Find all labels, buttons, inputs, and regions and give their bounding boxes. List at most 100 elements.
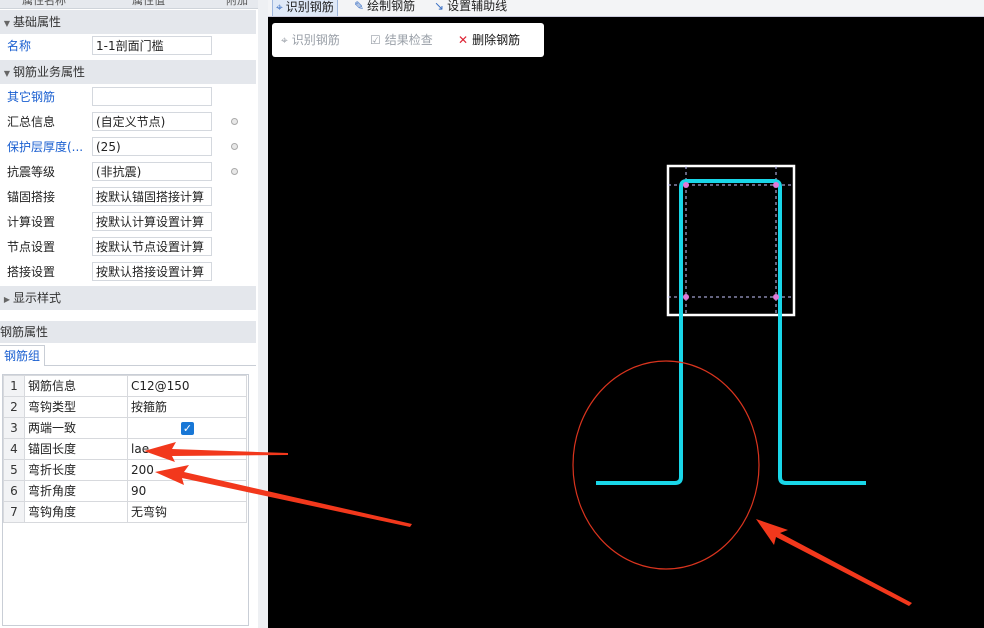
prop-value-input[interactable]: (25) (92, 137, 212, 156)
row-index: 4 (3, 438, 25, 460)
rebar-tabs: 钢筋组 (0, 343, 256, 366)
cad-canvas[interactable] (268, 17, 984, 628)
cell-value[interactable]: 90 (127, 480, 247, 502)
check-list-icon: ☑ (370, 33, 381, 47)
delete-rebar-label: 删除钢筋 (472, 33, 521, 47)
cad-floating-toolbar: ⌖ 识别钢筋 ☑ 结果检查 ✕ 删除钢筋 (272, 23, 544, 57)
prop-label: 抗震等级 (7, 165, 56, 179)
draw-rebar-tab[interactable]: ✎ 绘制钢筋 (354, 0, 416, 16)
row-index: 7 (3, 501, 25, 523)
group-rebar-business[interactable]: ▼ 钢筋业务属性 (0, 60, 256, 84)
prop-row-calc: 计算设置 按默认计算设置计算 (0, 210, 256, 235)
identify-rebar-icon: ⌖ (276, 0, 283, 14)
cell-value[interactable]: lae (127, 438, 247, 460)
group-basic[interactable]: ▼ 基础属性 (0, 10, 256, 34)
pencil-icon: ✎ (354, 0, 365, 13)
prop-row-anchor: 锚固搭接 按默认锚固搭接计算 (0, 185, 256, 210)
prop-value-input[interactable]: 1-1剖面门槛 (92, 36, 212, 55)
check-result-label: 结果检查 (384, 33, 433, 47)
prop-row-cover: 保护层厚度(... (25) (0, 135, 256, 160)
identify-rebar-button-label: 识别钢筋 (291, 33, 340, 47)
cell-key: 弯折角度 (24, 480, 128, 502)
cell-key: 弯钩角度 (24, 501, 128, 523)
prop-row-lap: 搭接设置 按默认搭接设置计算 (0, 260, 256, 285)
tab-rebar-group[interactable]: 钢筋组 (0, 345, 46, 366)
main-toolbar: ⌖ 识别钢筋 ✎ 绘制钢筋 ↘ 设置辅助线 (268, 0, 984, 17)
collapse-icon: ▼ (3, 19, 11, 28)
cell-value[interactable]: 200 (127, 459, 247, 481)
identify-rebar-tab[interactable]: ⌖ 识别钢筋 (272, 0, 338, 16)
property-header: 属性名称 属性值 附加 (0, 0, 258, 9)
prop-value-input[interactable] (92, 87, 212, 106)
prop-value-input[interactable]: 按默认搭接设置计算 (92, 262, 212, 281)
table-row: 3 两端一致 ✓ (3, 417, 247, 439)
prop-value-input[interactable]: (自定义节点) (92, 112, 212, 131)
cell-key: 弯折长度 (24, 459, 128, 481)
table-row: 1 钢筋信息 C12@150 (3, 375, 247, 397)
prop-label: 汇总信息 (7, 115, 56, 129)
radio-icon[interactable] (231, 118, 238, 125)
radio-icon[interactable] (231, 168, 238, 175)
prop-value-input[interactable]: (非抗震) (92, 162, 212, 181)
rebar-table: 1 钢筋信息 C12@150 2 弯钩类型 按箍筋 3 两端一致 ✓ 4 锚固长度 lae 5弯… (3, 375, 247, 523)
table-row: 7 弯钩角度 无弯钩 (3, 501, 247, 523)
collapse-icon: ▼ (3, 69, 11, 78)
row-index: 2 (3, 396, 25, 418)
expand-icon: ▶ (3, 295, 11, 304)
table-row: 5 弯折长度 200 (3, 459, 247, 481)
property-panel: 属性名称 属性值 附加 ▼ 基础属性 名称 1-1剖面门槛 ▼ 钢筋业务属性 其它钢… (0, 0, 259, 628)
row-index: 3 (3, 417, 25, 439)
checkbox-checked-icon[interactable]: ✓ (181, 422, 194, 435)
delete-rebar-button[interactable]: ✕ 删除钢筋 (458, 31, 520, 49)
table-row: 6 弯折角度 90 (3, 480, 247, 502)
cell-key: 两端一致 (24, 417, 128, 439)
prop-label: 搭接设置 (7, 265, 56, 279)
cell-value[interactable]: 无弯钩 (127, 501, 247, 523)
cell-value[interactable]: C12@150 (127, 375, 247, 397)
section-title: 钢筋属性 (0, 325, 49, 339)
draw-rebar-label: 绘制钢筋 (367, 0, 416, 13)
prop-row-name: 名称 1-1剖面门槛 (0, 34, 256, 59)
cell-value[interactable]: 按箍筋 (127, 396, 247, 418)
group-basic-label: 基础属性 (13, 15, 62, 29)
group-display[interactable]: ▶ 显示样式 (0, 286, 256, 310)
aux-line-icon: ↘ (434, 0, 445, 13)
prop-label: 节点设置 (7, 240, 56, 254)
prop-label: 其它钢筋 (7, 90, 56, 104)
prop-label: 锚固搭接 (7, 190, 56, 204)
table-row: 4 锚固长度 lae (3, 438, 247, 460)
cell-key: 弯钩类型 (24, 396, 128, 418)
group-rebar-business-label: 钢筋业务属性 (13, 65, 86, 79)
aux-line-tab[interactable]: ↘ 设置辅助线 (434, 0, 508, 16)
check-result-button[interactable]: ☑ 结果检查 (370, 31, 433, 49)
header-value: 属性值 (132, 0, 165, 7)
prop-value-input[interactable]: 按默认计算设置计算 (92, 212, 212, 231)
prop-label: 保护层厚度(... (7, 140, 84, 154)
row-index: 1 (3, 375, 25, 397)
prop-value-input[interactable]: 按默认节点设置计算 (92, 237, 212, 256)
cell-key: 锚固长度 (24, 438, 128, 460)
prop-row-summary: 汇总信息 (自定义节点) (0, 110, 256, 135)
prop-label: 名称 (7, 39, 32, 53)
cell-key: 钢筋信息 (24, 375, 128, 397)
prop-label: 计算设置 (7, 215, 56, 229)
cell-value[interactable]: ✓ (127, 417, 247, 439)
prop-row-seismic: 抗震等级 (非抗震) (0, 160, 256, 185)
prop-row-node: 节点设置 按默认节点设置计算 (0, 235, 256, 260)
rebar-props-title: 钢筋属性 (0, 321, 256, 343)
delete-rebar-icon: ✕ (458, 33, 469, 47)
prop-value-input[interactable]: 按默认锚固搭接计算 (92, 187, 212, 206)
table-row: 2 弯钩类型 按箍筋 (3, 396, 247, 418)
identify-rebar-icon: ⌖ (281, 33, 288, 47)
identify-rebar-label: 识别钢筋 (285, 0, 334, 14)
identify-rebar-button[interactable]: ⌖ 识别钢筋 (281, 31, 340, 49)
header-extra: 附加 (226, 0, 248, 7)
row-index: 5 (3, 459, 25, 481)
group-display-label: 显示样式 (13, 291, 62, 305)
prop-row-other-rebar: 其它钢筋 (0, 85, 256, 110)
row-index: 6 (3, 480, 25, 502)
header-name: 属性名称 (22, 0, 66, 7)
rebar-grid: 1 钢筋信息 C12@150 2 弯钩类型 按箍筋 3 两端一致 ✓ 4 锚固长度 lae 5弯… (2, 374, 249, 626)
radio-icon[interactable] (231, 143, 238, 150)
aux-line-label: 设置辅助线 (447, 0, 508, 13)
